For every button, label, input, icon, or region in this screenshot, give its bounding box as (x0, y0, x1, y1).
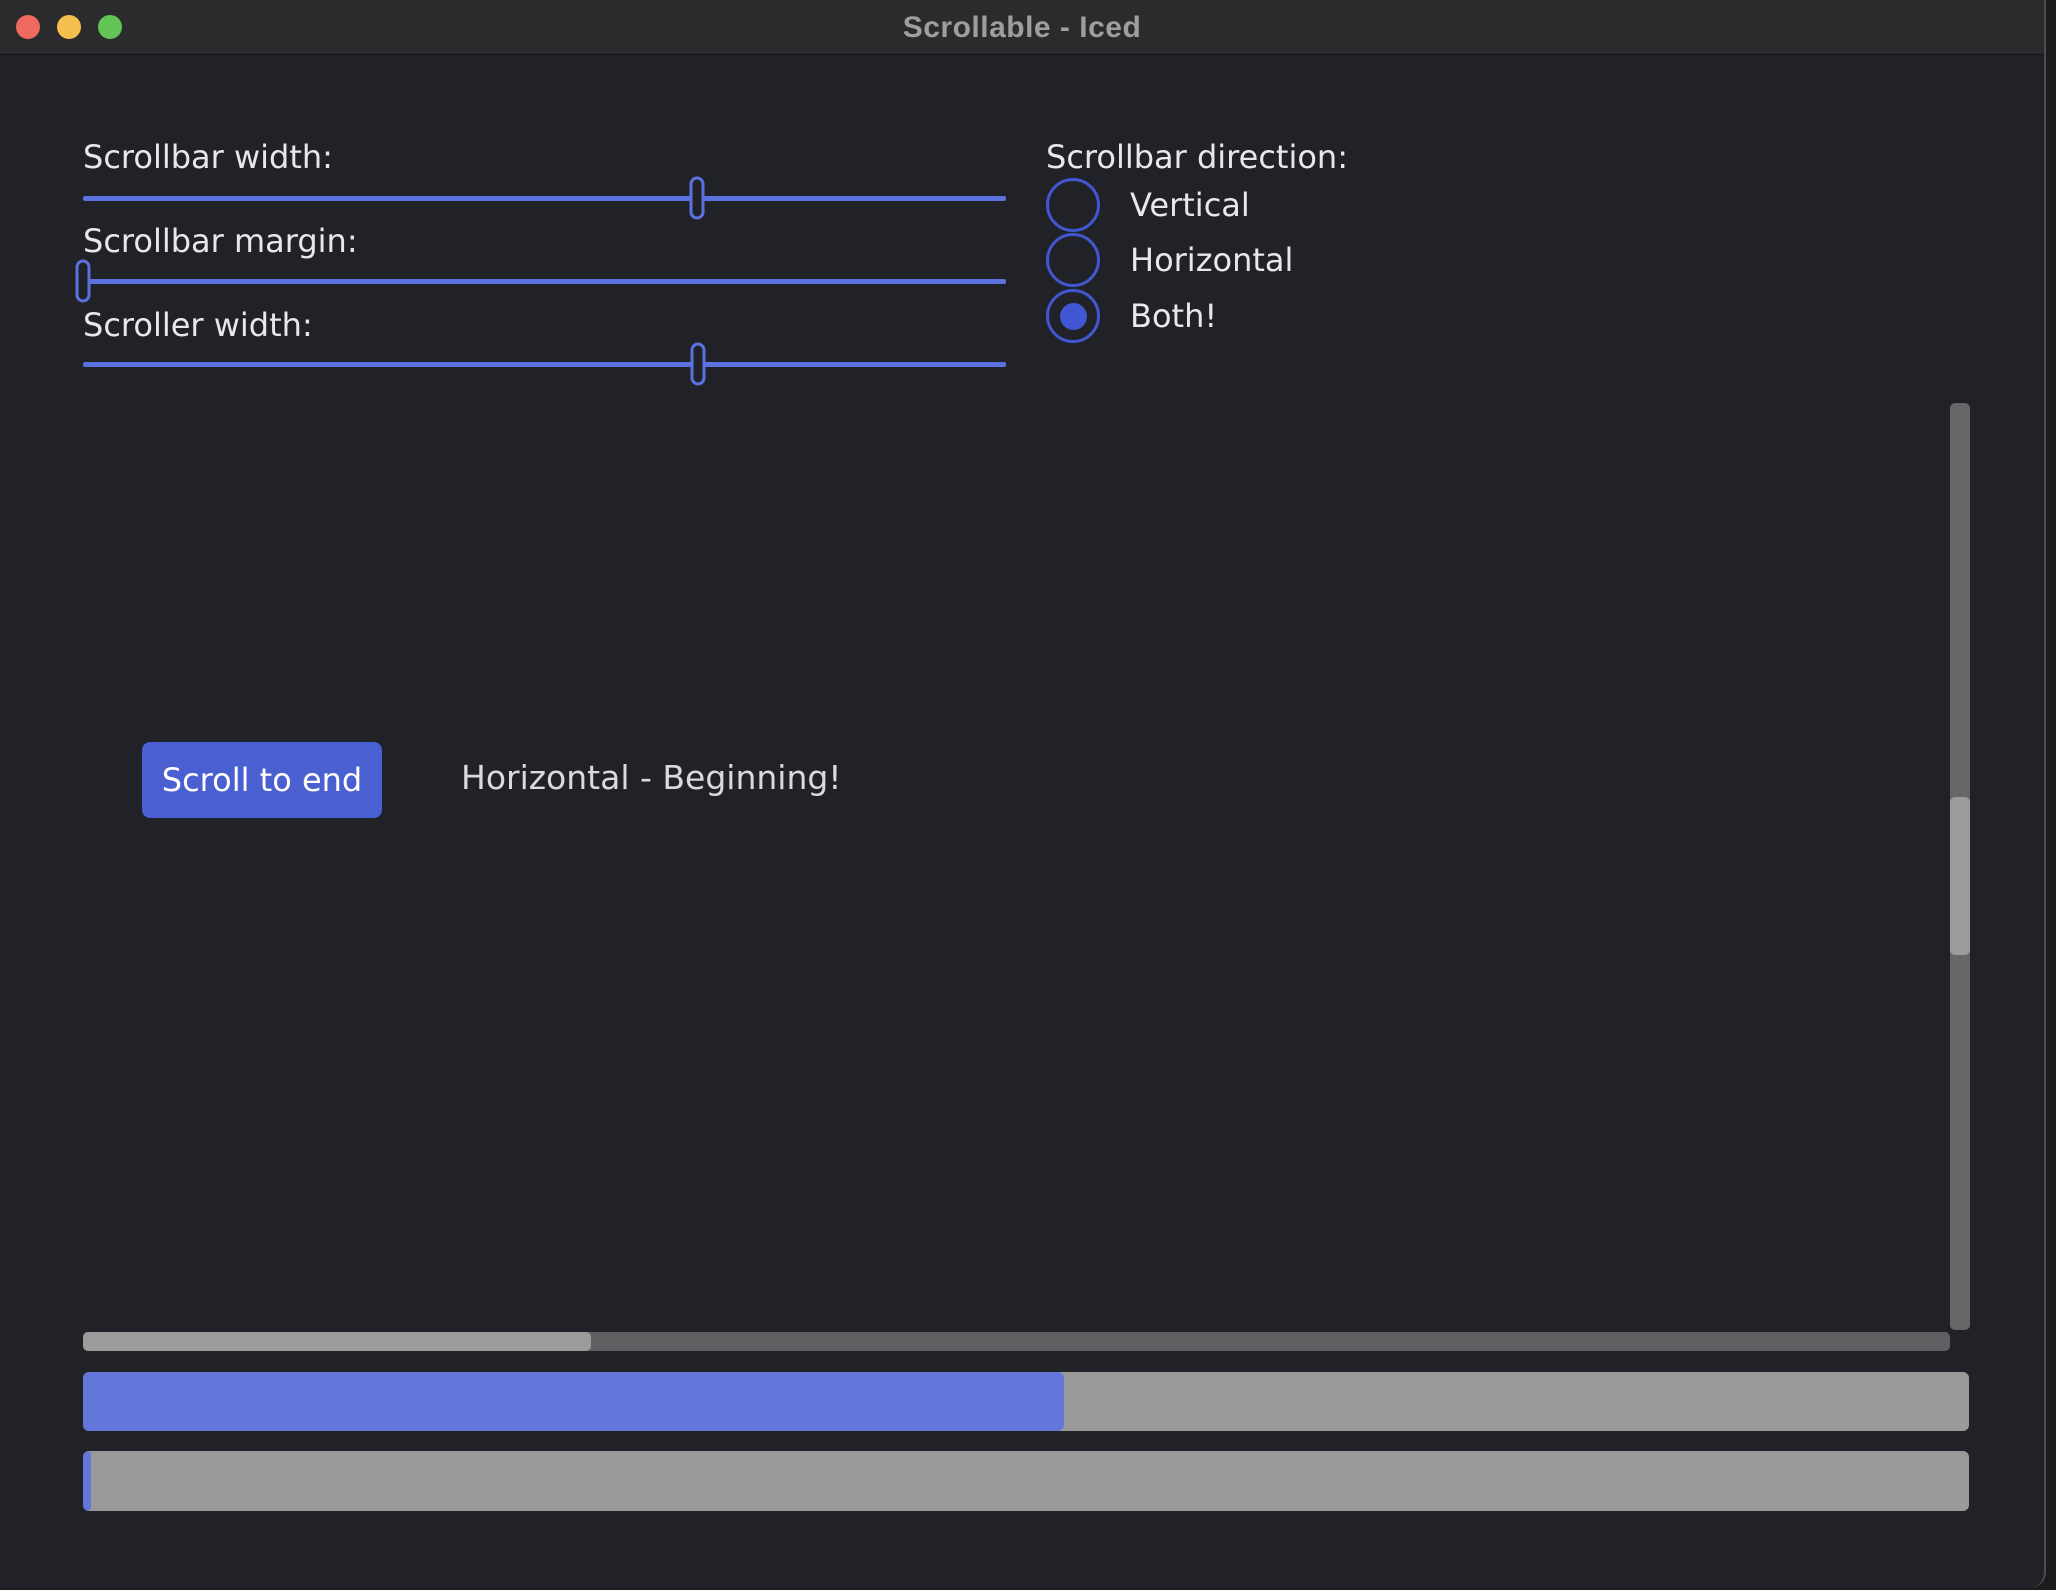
scroller-width-slider[interactable] (83, 342, 1006, 386)
horizontal-scrollbar[interactable] (83, 1332, 1950, 1351)
radio-horizontal[interactable] (1046, 233, 1100, 287)
progress-fill (83, 1451, 91, 1511)
radio-dot (1060, 303, 1087, 330)
slider-handle[interactable] (689, 177, 704, 220)
slider-rail[interactable] (83, 362, 1006, 367)
titlebar[interactable]: Scrollable - Iced (0, 0, 2044, 55)
screen: Scrollable - Iced Scrollbar width: Scrol… (0, 0, 2056, 1590)
scrollbar-direction-label: Scrollbar direction: (1046, 135, 1348, 179)
horizontal-progress-bar (83, 1372, 1969, 1431)
radio-vertical[interactable] (1046, 178, 1100, 232)
vertical-scrollbar-thumb[interactable] (1950, 797, 1970, 955)
scrollbar-margin-slider[interactable] (83, 259, 1006, 303)
zoom-button[interactable] (98, 15, 122, 39)
scrollbar-width-slider[interactable] (83, 176, 1006, 220)
scrollbar-margin-label: Scrollbar margin: (83, 219, 358, 263)
radio-vertical-label[interactable]: Vertical (1130, 186, 1250, 224)
radio-row-horizontal: Horizontal (1046, 232, 1293, 288)
slider-handle[interactable] (76, 260, 91, 303)
scroll-to-end-button[interactable]: Scroll to end (142, 742, 382, 818)
scroller-width-label: Scroller width: (83, 303, 313, 347)
slider-handle[interactable] (690, 343, 705, 386)
window-title: Scrollable - Iced (0, 0, 2044, 55)
vertical-scrollbar[interactable] (1950, 403, 1970, 1330)
app-window: Scrollable - Iced Scrollbar width: Scrol… (0, 0, 2046, 1588)
radio-both-label[interactable]: Both! (1130, 297, 1217, 335)
slider-rail[interactable] (83, 279, 1006, 284)
scrollbar-width-label: Scrollbar width: (83, 135, 333, 179)
slider-rail[interactable] (83, 196, 1006, 201)
window-edge (2048, 0, 2056, 1590)
horizontal-scrollbar-thumb[interactable] (83, 1332, 591, 1351)
close-button[interactable] (16, 15, 40, 39)
scroll-status-text: Horizontal - Beginning! (461, 758, 842, 797)
vertical-progress-bar (83, 1451, 1969, 1511)
progress-fill (83, 1372, 1064, 1431)
radio-horizontal-label[interactable]: Horizontal (1130, 241, 1293, 279)
radio-row-vertical: Vertical (1046, 177, 1250, 233)
radio-both[interactable] (1046, 289, 1100, 343)
minimize-button[interactable] (57, 15, 81, 39)
radio-row-both: Both! (1046, 288, 1217, 344)
